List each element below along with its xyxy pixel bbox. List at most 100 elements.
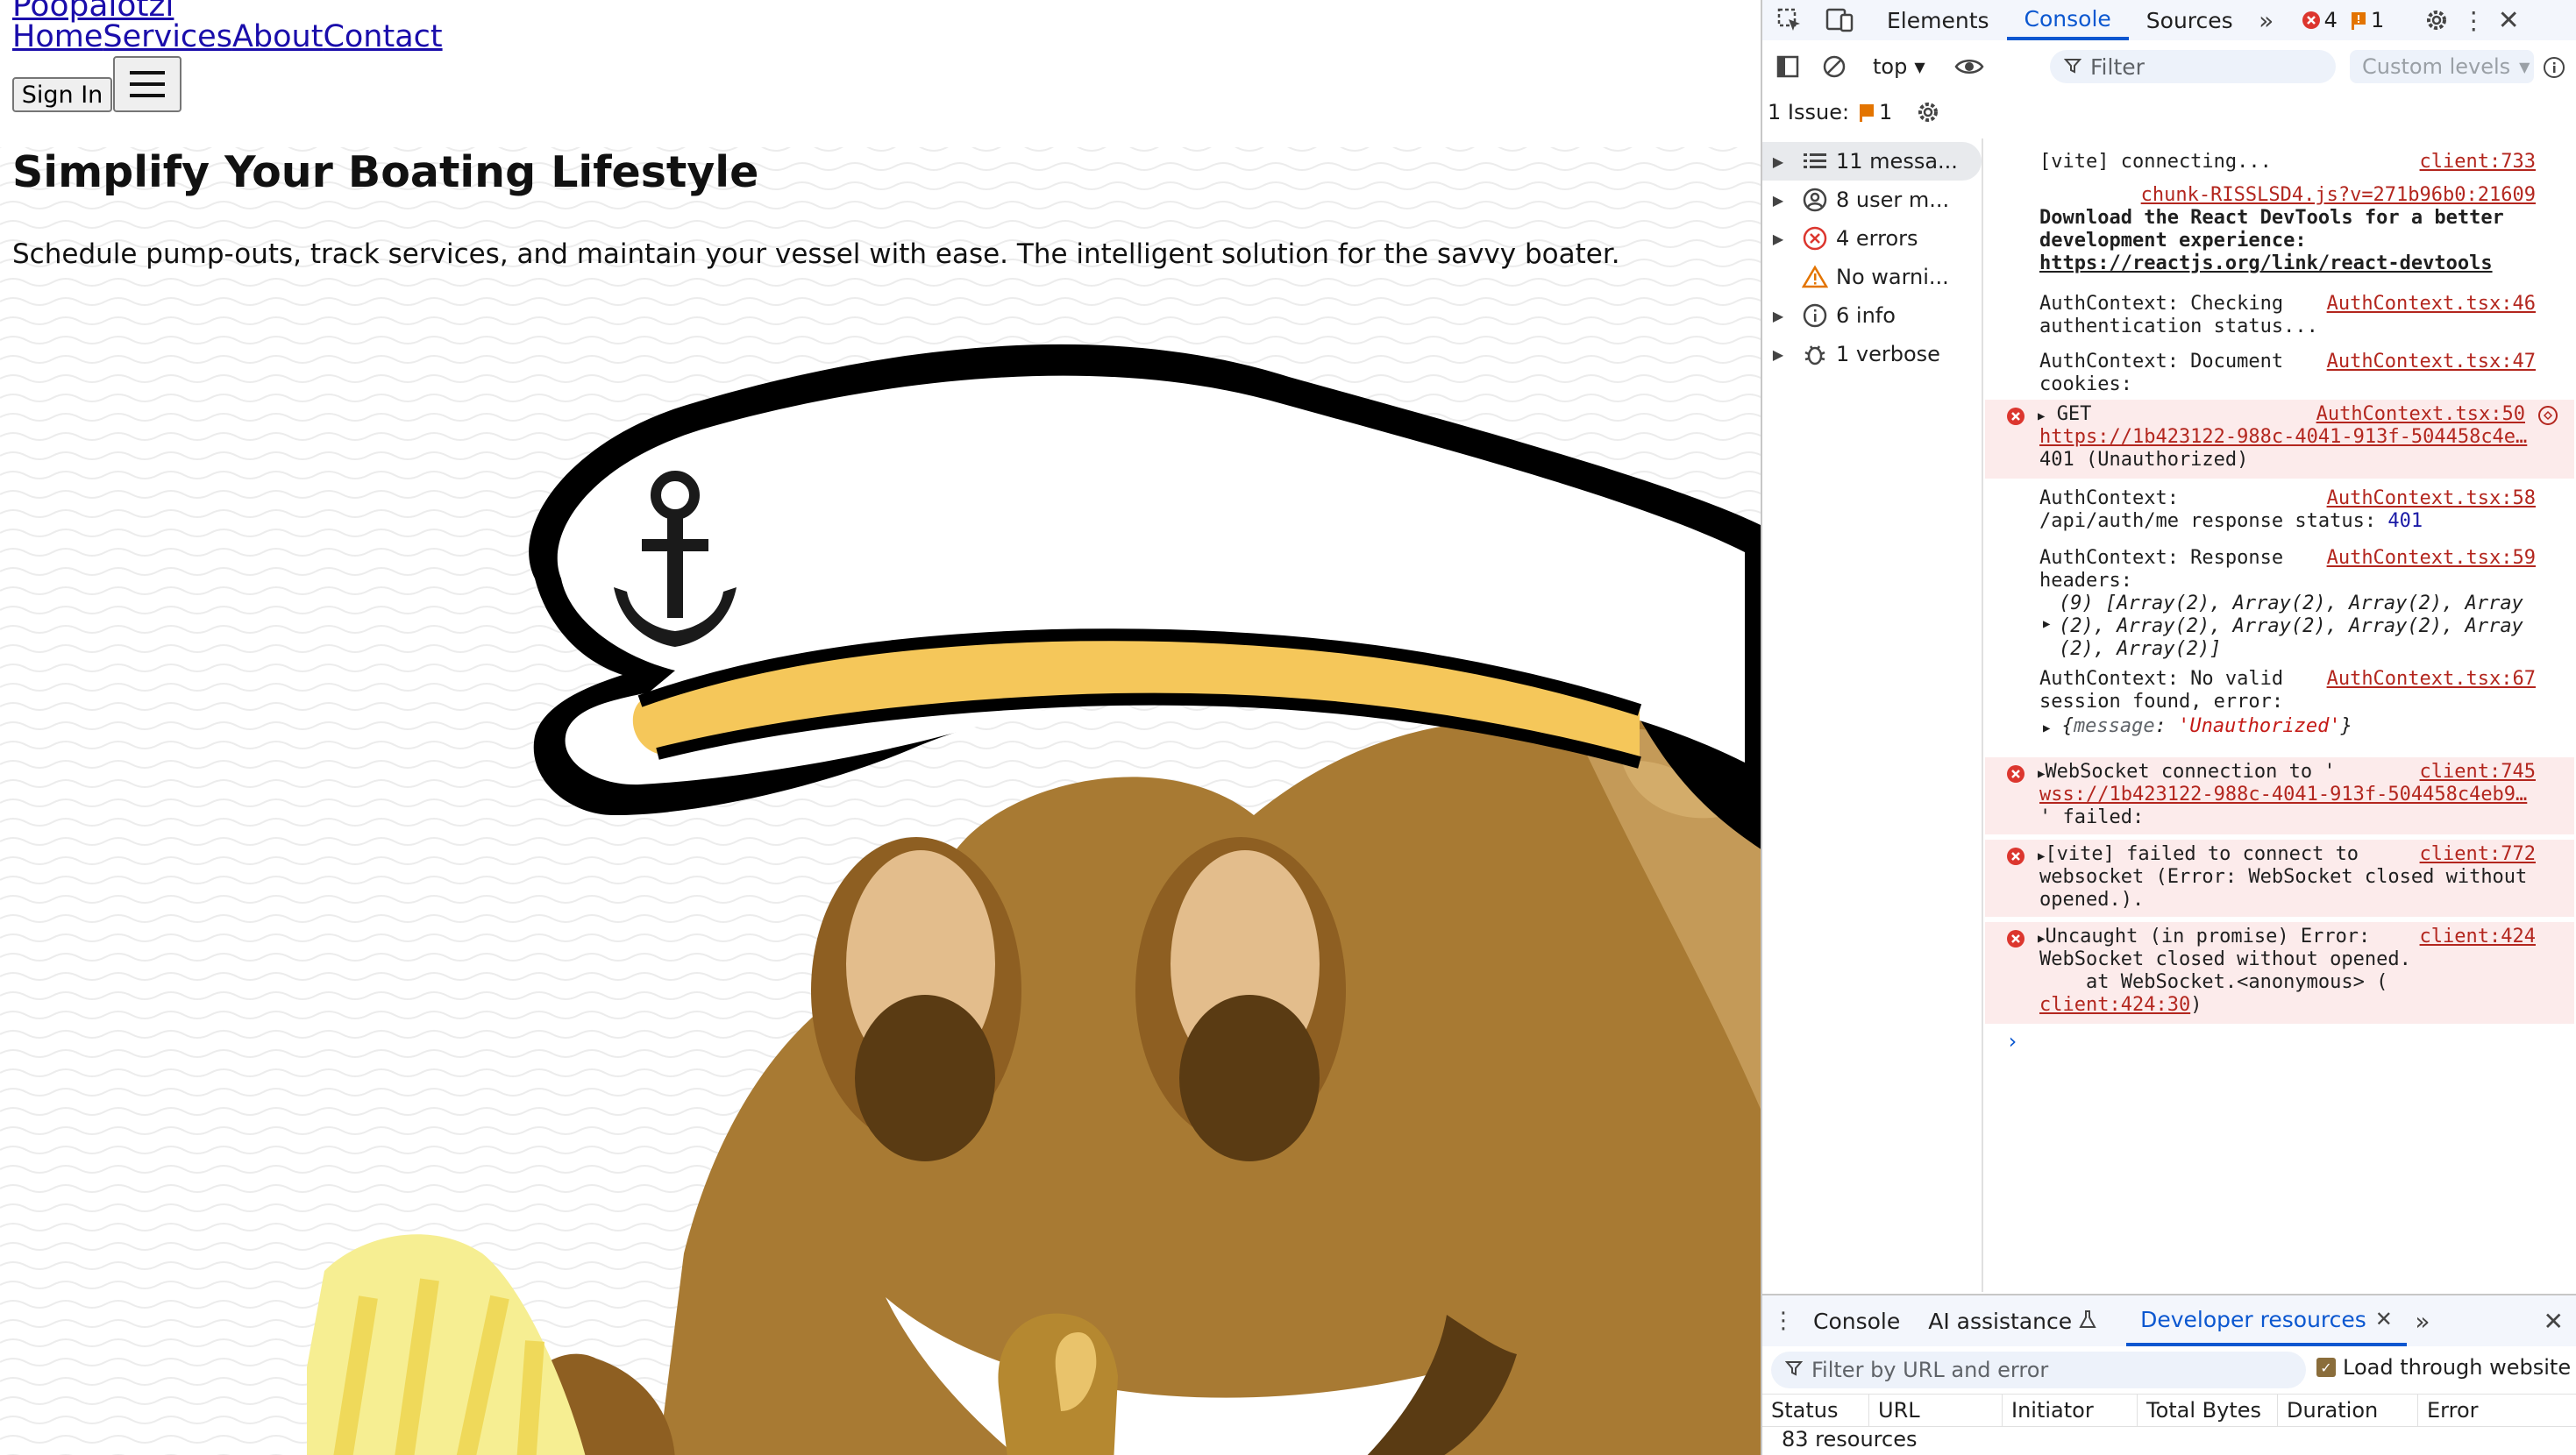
sidebar-item-user-messages[interactable]: ▶ 8 user m... (1762, 181, 1982, 219)
website-viewport: Poopalotzi Home Services About Contact S… (0, 0, 1761, 1455)
drawer-tab-label: Developer resources (2140, 1306, 2366, 1332)
column-header-total-bytes[interactable]: Total Bytes (2138, 1395, 2278, 1426)
error-icon (1794, 226, 1836, 251)
wave-line (0, 201, 1761, 209)
more-options-icon[interactable]: ⋮ (2456, 6, 2491, 35)
device-toolbar-icon[interactable] (1817, 8, 1862, 32)
nav-home[interactable]: Home (12, 19, 103, 54)
message-text: Uncaught (in promise) Error: (2045, 926, 2371, 948)
column-header-duration[interactable]: Duration (2278, 1395, 2418, 1426)
message-source-link[interactable]: client:733 (2420, 151, 2536, 174)
message-source-link[interactable]: AuthContext.tsx:47 (2327, 351, 2536, 373)
sidebar-item-label: 1 verbose (1836, 342, 1940, 366)
column-header-status[interactable]: Status (1762, 1395, 1869, 1426)
close-tab-icon[interactable]: ✕ (2375, 1307, 2393, 1331)
status-code: 401 (2387, 510, 2423, 532)
info-icon (1794, 303, 1836, 328)
drawer-tab-console[interactable]: Console (1799, 1295, 1914, 1346)
drawer-tab-ai-assistance[interactable]: AI assistance (1914, 1295, 2110, 1346)
expand-triangle-icon[interactable]: ▶ (2038, 409, 2045, 423)
context-value: top (1873, 54, 1908, 79)
message-source-link[interactable]: AuthContext.tsx:58 (2327, 487, 2536, 510)
hero-subtitle: Schedule pump-outs, track services, and … (12, 238, 1620, 270)
sidebar-item-messages[interactable]: ▶ 11 messa... (1762, 142, 1982, 181)
message-source-link[interactable]: AuthContext.tsx:46 (2327, 293, 2536, 316)
resources-filter-input[interactable]: Filter by URL and error (1771, 1352, 2306, 1388)
console-settings-gear-icon[interactable] (1915, 99, 1941, 125)
checkbox-checked-icon: ✓ (2316, 1358, 2336, 1377)
expand-triangle-icon: ▶ (1772, 345, 1784, 363)
message-source-link[interactable]: client:424 (2420, 926, 2536, 948)
more-tabs-icon[interactable]: » (2251, 6, 2282, 35)
context-selector[interactable]: top ▼ (1873, 54, 1925, 79)
log-levels-dropdown[interactable]: Custom levels ▼ (2350, 50, 2534, 83)
error-icon (2006, 407, 2025, 431)
sidebar-item-errors[interactable]: ▶ 4 errors (1762, 219, 1982, 258)
tab-sources[interactable]: Sources (2129, 0, 2251, 40)
drawer-tab-label: AI assistance (1928, 1308, 2073, 1334)
console-toolbar: top ▼ Filter Custom levels ▼ (1762, 46, 2576, 88)
error-icon (2302, 11, 2320, 29)
message-source-link[interactable]: client:772 (2420, 843, 2536, 866)
nav-contact[interactable]: Contact (323, 19, 442, 54)
hamburger-icon (130, 71, 165, 97)
message-source-link[interactable]: AuthContext.tsx:59 (2327, 547, 2536, 570)
issue-flag-icon (1860, 104, 1875, 122)
main-nav: Home Services About Contact (12, 19, 443, 54)
console-filter-input[interactable]: Filter (2050, 50, 2336, 83)
message-link[interactable]: https://reactjs.org/link/react-devtools (2039, 252, 2493, 275)
drawer-menu-icon[interactable]: ⋮ (1768, 1308, 1799, 1334)
wave-line (0, 297, 1761, 306)
checkbox-label: Load through website (2343, 1355, 2572, 1380)
message-text: ) (2190, 994, 2202, 1016)
more-tabs-icon[interactable]: » (2407, 1307, 2438, 1336)
expand-triangle-icon: ▶ (1772, 191, 1784, 209)
close-drawer-icon[interactable]: ✕ (2544, 1307, 2564, 1336)
message-source-link[interactable]: chunk-RISSLSD4.js?v=271b96b0:21609 (2141, 184, 2536, 207)
close-devtools-icon[interactable]: ✕ (2491, 5, 2526, 36)
message-source-link[interactable]: client:745 (2420, 761, 2536, 784)
tab-console[interactable]: Console (2006, 0, 2129, 40)
message-source-link[interactable]: AuthContext.tsx:67 (2327, 668, 2536, 691)
console-error-message: ▶ GET AuthContext.tsx:50 https://1b42312… (1985, 400, 2574, 479)
mascot-illustration (307, 344, 1761, 1455)
nav-services[interactable]: Services (103, 19, 232, 54)
stack-frame-link[interactable]: client:424:30 (2039, 994, 2190, 1016)
info-icon[interactable] (2543, 56, 2565, 79)
column-header-error[interactable]: Error (2418, 1395, 2576, 1426)
menu-button[interactable] (113, 56, 181, 112)
message-url-link[interactable]: wss://1b423122-988c-4041-913f-504458c4eb… (2039, 784, 2527, 806)
message-text: cookies: (2039, 373, 2132, 395)
error-count-badge[interactable]: 4 (2302, 8, 2338, 32)
issues-link[interactable]: 1 (1858, 100, 1892, 124)
ai-insight-icon[interactable] (2537, 405, 2558, 431)
sidebar-item-label: No warni... (1836, 265, 1949, 289)
nav-about[interactable]: About (232, 19, 323, 54)
expand-triangle-icon[interactable]: ▶ (2043, 721, 2050, 735)
object-key: message (2073, 715, 2155, 737)
drawer-tab-developer-resources[interactable]: Developer resources ✕ (2126, 1295, 2407, 1346)
message-text: Download the React DevTools for a better (2039, 207, 2504, 229)
eye-icon[interactable] (1948, 57, 1990, 76)
clear-console-icon[interactable] (1813, 54, 1855, 79)
console-sidebar: ▶ 11 messa... ▶ 8 user m... ▶ 4 errors N… (1762, 138, 1983, 1292)
message-source-link[interactable]: AuthContext.tsx:50 (2316, 403, 2525, 426)
message-url-link[interactable]: https://1b423122-988c-4041-913f-504458c4… (2039, 426, 2527, 449)
warning-count-badge[interactable]: 1 (2350, 8, 2384, 32)
load-through-website-checkbox[interactable]: ✓ Load through website (2316, 1355, 2571, 1380)
expand-triangle-icon[interactable]: ▶ (2043, 617, 2050, 631)
sidebar-item-warnings[interactable]: No warni... (1762, 258, 1982, 296)
column-header-url[interactable]: URL (1869, 1395, 2003, 1426)
sign-in-button[interactable]: Sign In (12, 77, 112, 112)
chevron-down-icon: ▼ (1914, 58, 1925, 75)
list-icon (1794, 152, 1836, 171)
sidebar-item-verbose[interactable]: ▶ 1 verbose (1762, 335, 1982, 373)
console-prompt[interactable]: › (2006, 1029, 2018, 1054)
devtools-drawer: ⋮ Console AI assistance Developer resour… (1762, 1294, 2576, 1455)
settings-gear-icon[interactable] (2417, 7, 2456, 33)
tab-elements[interactable]: Elements (1869, 0, 2007, 40)
inspect-element-icon[interactable] (1762, 7, 1817, 33)
sidebar-toggle-icon[interactable] (1762, 54, 1813, 79)
column-header-initiator[interactable]: Initiator (2003, 1395, 2138, 1426)
sidebar-item-info[interactable]: ▶ 6 info (1762, 296, 1982, 335)
